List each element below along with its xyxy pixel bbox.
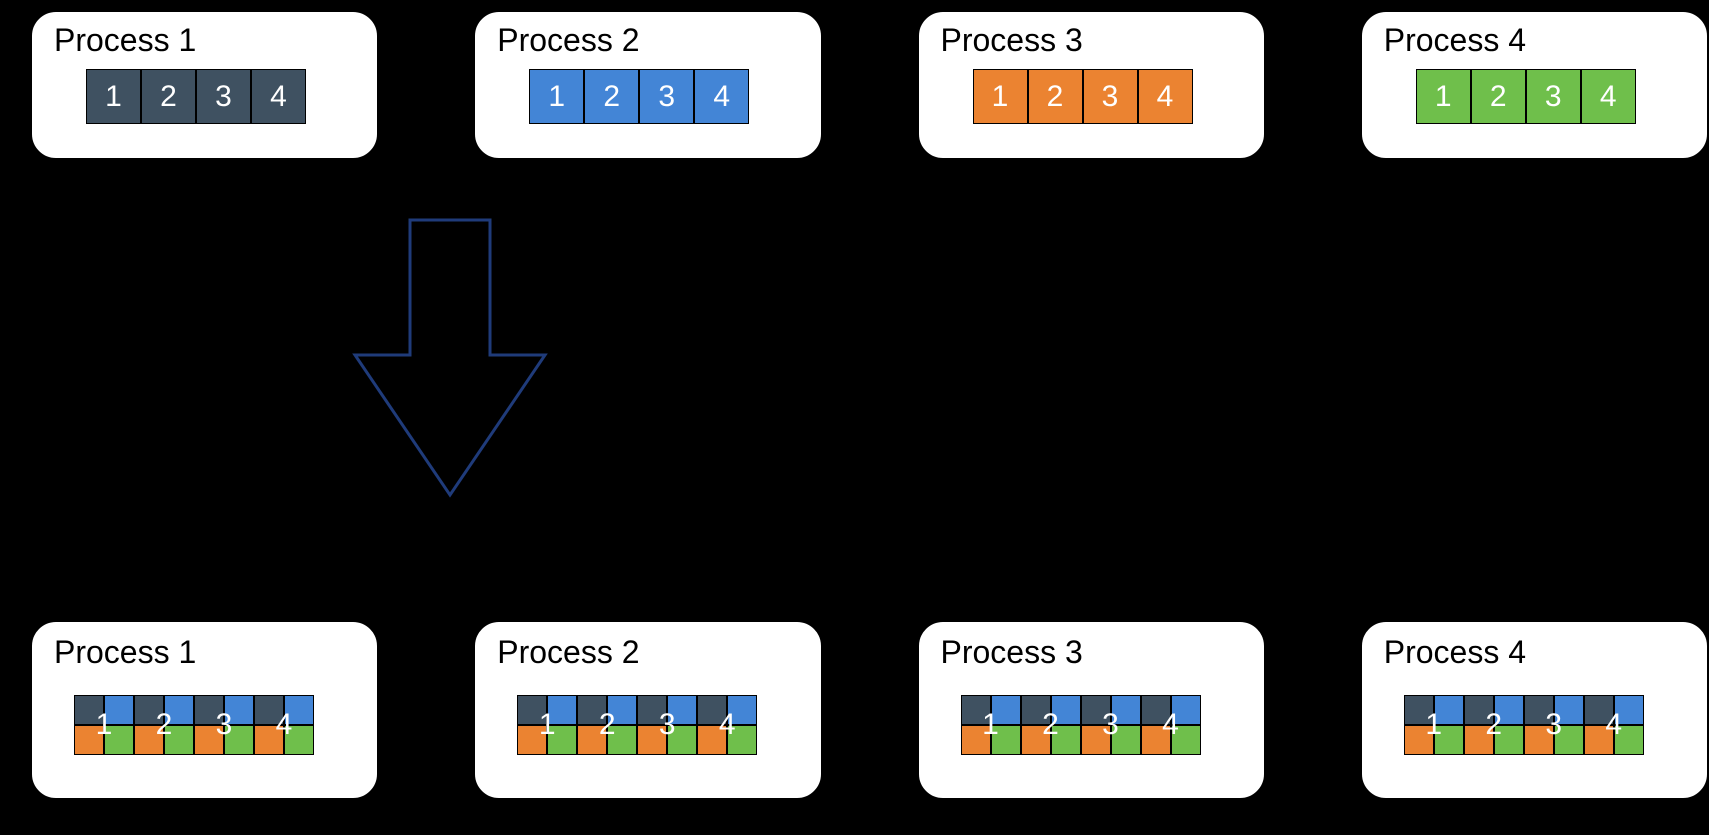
cells-row: 1 2 3 4 [1416,69,1687,124]
top-row: Process 1 1 2 3 4 Process 2 1 2 3 4 Proc… [0,10,1709,160]
card-title: Process 2 [497,634,800,671]
card-title: Process 4 [1384,634,1687,671]
card-title: Process 3 [941,634,1244,671]
process-card-bottom-4: Process 4 1 2 3 [1360,620,1709,800]
cell: 1 [973,69,1028,124]
cell: 4 [1581,69,1636,124]
process-card-top-4: Process 4 1 2 3 4 [1360,10,1709,160]
cell: 2 [1471,69,1526,124]
quad-cell: 4 [254,695,314,755]
process-card-top-3: Process 3 1 2 3 4 [917,10,1266,160]
cell: 4 [1138,69,1193,124]
quad-cell: 4 [1141,695,1201,755]
cell: 4 [251,69,306,124]
cell: 1 [529,69,584,124]
cells-row: 1 2 3 4 [973,69,1244,124]
quad-row: 1 2 3 4 [961,695,1244,755]
quad-row: 1 2 3 4 [1404,695,1687,755]
process-card-bottom-1: Process 1 1 2 3 [30,620,379,800]
cell: 2 [584,69,639,124]
process-card-top-2: Process 2 1 2 3 4 [473,10,822,160]
quad-cell: 1 [74,695,134,755]
card-title: Process 1 [54,634,357,671]
quad-cell: 2 [577,695,637,755]
quad-cell: 4 [1584,695,1644,755]
quad-row: 1 2 3 4 [517,695,800,755]
cell: 3 [1083,69,1138,124]
quad-cell: 1 [517,695,577,755]
process-card-top-1: Process 1 1 2 3 4 [30,10,379,160]
quad-cell: 3 [194,695,254,755]
quad-cell: 2 [1021,695,1081,755]
card-title: Process 4 [1384,22,1687,59]
quad-cell: 3 [637,695,697,755]
quad-cell: 3 [1081,695,1141,755]
cell: 1 [1416,69,1471,124]
quad-cell: 3 [1524,695,1584,755]
cell: 3 [1526,69,1581,124]
card-title: Process 3 [941,22,1244,59]
card-title: Process 1 [54,22,357,59]
cell: 2 [141,69,196,124]
process-card-bottom-2: Process 2 1 2 3 [473,620,822,800]
cell: 4 [694,69,749,124]
quad-cell: 4 [697,695,757,755]
quad-row: 1 2 3 4 [74,695,357,755]
diagram-stage: Process 1 1 2 3 4 Process 2 1 2 3 4 Proc… [0,0,1709,835]
cell: 3 [639,69,694,124]
cell: 2 [1028,69,1083,124]
arrow-svg [350,215,550,505]
quad-cell: 2 [1464,695,1524,755]
quad-cell: 2 [134,695,194,755]
quad-cell: 1 [961,695,1021,755]
cells-row: 1 2 3 4 [529,69,800,124]
down-arrow-icon [350,215,550,505]
cells-row: 1 2 3 4 [86,69,357,124]
bottom-row: Process 1 1 2 3 [0,620,1709,800]
card-title: Process 2 [497,22,800,59]
quad-cell: 1 [1404,695,1464,755]
process-card-bottom-3: Process 3 1 2 3 [917,620,1266,800]
cell: 1 [86,69,141,124]
cell: 3 [196,69,251,124]
